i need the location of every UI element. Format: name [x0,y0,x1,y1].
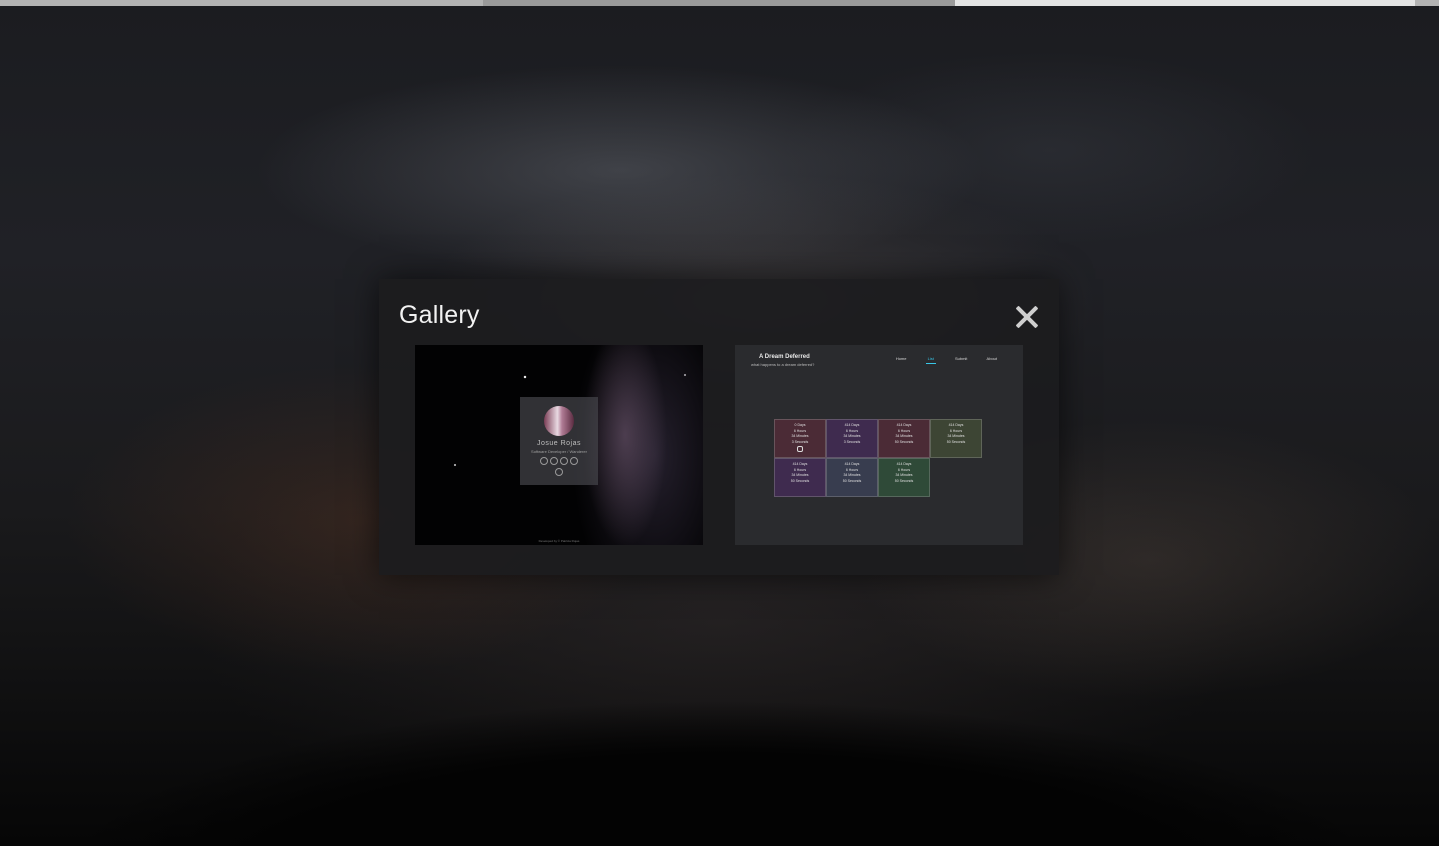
profile-card: Josue Rojas Software Developer / Wandere… [520,397,598,485]
countdown-cell: 414 Days 6 Hours 34 Minutes 50 Seconds [774,458,826,497]
thumbnail-footer: Developed by © Patricia Rojas [538,539,580,543]
gallery-item-portfolio[interactable]: Josue Rojas Software Developer / Wandere… [415,345,703,545]
gallery-item-dream-deferred[interactable]: A Dream Deferred what happens to a dream… [735,345,1023,545]
chevron-down-icon [555,468,563,476]
thumbnail-subtitle: what happens to a dream deferred? [751,362,815,367]
countdown-cell: 414 Days 6 Hours 34 Minutes 50 Seconds [878,419,930,458]
thumbnail-title: A Dream Deferred [759,354,810,360]
gallery-modal: Gallery Josue Rojas Software Developer /… [379,279,1059,575]
countdown-cell: 414 Days 6 Hours 34 Minutes 50 Seconds [878,458,930,497]
countdown-cell: 0 Days 6 Hours 34 Minutes 3 Seconds [774,419,826,458]
thumbnail-nav: Home List Submit About [878,356,997,364]
nav-home: Home [895,356,907,361]
close-icon[interactable] [1015,305,1039,329]
social-icons [520,457,598,465]
linkedin-icon [550,457,558,465]
avatar [544,406,574,436]
browser-top-strip [0,0,1439,6]
profile-name: Josue Rojas [536,440,582,447]
countdown-cell: 414 Days 6 Hours 34 Minutes 3 Seconds [826,419,878,458]
nav-about: About [986,356,997,361]
instagram-icon [797,446,803,452]
countdown-cell: 414 Days 6 Hours 34 Minutes 50 Seconds [930,419,982,458]
countdown-grid: 0 Days 6 Hours 34 Minutes 3 Seconds 414 Day… [774,419,984,499]
background-mountain-silhouette [0,636,1439,846]
countdown-cell: 414 Days 6 Hours 34 Minutes 50 Seconds [826,458,878,497]
nav-list: List [925,356,936,364]
thumbnail-header: A Dream Deferred what happens to a dream… [751,354,814,367]
facebook-icon [560,457,568,465]
instagram-icon [570,457,578,465]
profile-role: Software Developer / Wanderer [531,449,587,454]
modal-title: Gallery [399,301,480,329]
nav-submit: Submit [954,356,968,361]
github-icon [540,457,548,465]
